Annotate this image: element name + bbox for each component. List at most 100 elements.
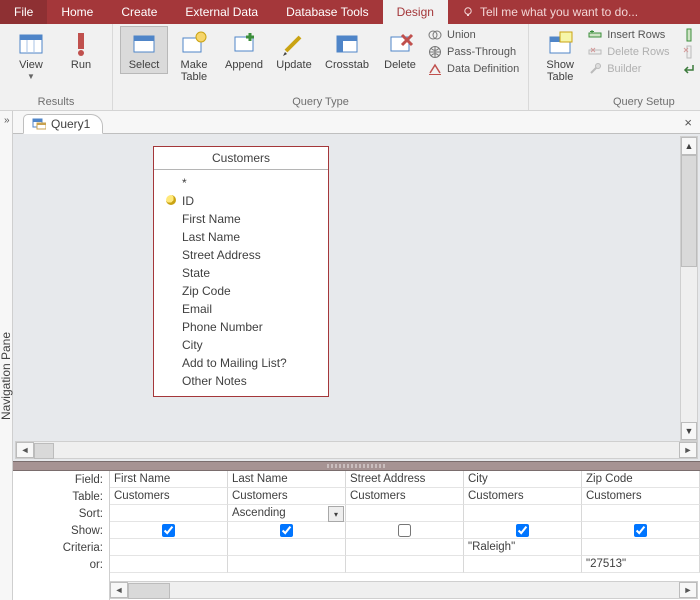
- crosstab-button[interactable]: Crosstab: [320, 26, 374, 74]
- grid-cell[interactable]: [464, 505, 582, 522]
- union-button[interactable]: Union: [425, 28, 522, 42]
- scroll-thumb[interactable]: [128, 583, 170, 599]
- scroll-right-button[interactable]: ►: [679, 582, 697, 598]
- grid-cell[interactable]: [228, 539, 346, 556]
- field-item[interactable]: ID: [164, 192, 328, 210]
- scroll-left-button[interactable]: ◄: [110, 582, 128, 598]
- scroll-track[interactable]: [681, 155, 697, 422]
- show-table-icon: [546, 29, 574, 57]
- view-label: View: [19, 59, 43, 71]
- grid-cell[interactable]: [464, 522, 582, 539]
- tab-design[interactable]: Design: [383, 0, 448, 24]
- grid-cell[interactable]: [582, 539, 700, 556]
- builder-button[interactable]: Builder: [585, 62, 672, 76]
- scroll-track[interactable]: [128, 583, 679, 597]
- grid-cell[interactable]: Last Name: [228, 471, 346, 488]
- field-item[interactable]: First Name: [164, 210, 328, 228]
- scroll-right-button[interactable]: ►: [679, 442, 697, 458]
- grid-cell[interactable]: "27513": [582, 556, 700, 573]
- grid-h-scrollbar[interactable]: ◄ ►: [109, 581, 698, 599]
- field-item[interactable]: Phone Number: [164, 318, 328, 336]
- tell-me-search[interactable]: Tell me what you want to do...: [448, 0, 700, 24]
- grid-cell[interactable]: Street Address: [346, 471, 464, 488]
- show-checkbox[interactable]: [516, 524, 529, 537]
- navigation-pane-collapsed[interactable]: » Navigation Pane: [0, 111, 13, 600]
- insert-rows-button[interactable]: Insert Rows: [585, 28, 672, 42]
- grid-cell[interactable]: [582, 522, 700, 539]
- grid-cell[interactable]: Customers: [346, 488, 464, 505]
- builder-icon: [588, 62, 602, 76]
- grid-cell[interactable]: [346, 539, 464, 556]
- tab-file[interactable]: File: [0, 0, 47, 24]
- pane-splitter[interactable]: [13, 461, 700, 471]
- vertical-scrollbar[interactable]: ▲ ▼: [680, 136, 698, 441]
- show-table-button[interactable]: Show Table: [536, 26, 584, 86]
- grid-cell[interactable]: [582, 505, 700, 522]
- run-button[interactable]: Run: [57, 26, 105, 74]
- tab-database-tools[interactable]: Database Tools: [272, 0, 383, 24]
- scroll-left-button[interactable]: ◄: [16, 442, 34, 458]
- scroll-up-button[interactable]: ▲: [681, 137, 697, 155]
- make-table-button[interactable]: Make Table: [170, 26, 218, 86]
- document-tab-query1[interactable]: Query1: [23, 114, 103, 134]
- grid-cell[interactable]: [346, 556, 464, 573]
- return-button[interactable]: Return:: [679, 62, 700, 76]
- close-document-button[interactable]: ×: [684, 115, 692, 130]
- data-definition-button[interactable]: Data Definition: [425, 62, 522, 76]
- select-query-button[interactable]: Select: [120, 26, 168, 74]
- field-item[interactable]: Last Name: [164, 228, 328, 246]
- pass-through-button[interactable]: Pass-Through: [425, 45, 522, 59]
- dropdown-icon[interactable]: ▾: [328, 506, 344, 522]
- tab-home[interactable]: Home: [47, 0, 107, 24]
- scroll-thumb[interactable]: [34, 443, 54, 459]
- field-item[interactable]: City: [164, 336, 328, 354]
- delete-query-button[interactable]: Delete: [376, 26, 424, 74]
- tab-external-data[interactable]: External Data: [171, 0, 272, 24]
- view-button[interactable]: View ▼: [7, 26, 55, 84]
- grid-cell[interactable]: [110, 556, 228, 573]
- grid-cell[interactable]: Customers: [110, 488, 228, 505]
- grid-cell[interactable]: [464, 556, 582, 573]
- scroll-thumb[interactable]: [681, 155, 697, 267]
- grid-cell[interactable]: [346, 522, 464, 539]
- show-checkbox[interactable]: [162, 524, 175, 537]
- diagram-h-scrollbar[interactable]: ◄ ►: [15, 441, 698, 459]
- table-customers[interactable]: Customers *IDFirst NameLast NameStreet A…: [153, 146, 329, 397]
- grid-cell[interactable]: Customers: [464, 488, 582, 505]
- append-button[interactable]: Append: [220, 26, 268, 74]
- grid-cell[interactable]: [110, 505, 228, 522]
- grid-cell[interactable]: Customers: [582, 488, 700, 505]
- field-item[interactable]: Other Notes: [164, 372, 328, 390]
- tab-create[interactable]: Create: [107, 0, 171, 24]
- show-checkbox[interactable]: [398, 524, 411, 537]
- show-checkbox[interactable]: [634, 524, 647, 537]
- update-button[interactable]: Update: [270, 26, 318, 74]
- field-item[interactable]: State: [164, 264, 328, 282]
- grid-cell[interactable]: Zip Code: [582, 471, 700, 488]
- field-item[interactable]: Street Address: [164, 246, 328, 264]
- show-table-label: Show Table: [546, 59, 574, 83]
- field-item[interactable]: *: [164, 174, 328, 192]
- insert-cols-button[interactable]: Insert Co: [679, 28, 700, 42]
- grid-cell[interactable]: [228, 522, 346, 539]
- grid-cell[interactable]: [110, 522, 228, 539]
- delete-cols-button[interactable]: Delete Co: [679, 45, 700, 59]
- show-checkbox[interactable]: [280, 524, 293, 537]
- field-item[interactable]: Zip Code: [164, 282, 328, 300]
- grid-cell[interactable]: "Raleigh": [464, 539, 582, 556]
- grid-cell[interactable]: City: [464, 471, 582, 488]
- append-icon: [230, 29, 258, 57]
- grid-cell[interactable]: [110, 539, 228, 556]
- query-diagram-pane[interactable]: Customers *IDFirst NameLast NameStreet A…: [13, 134, 700, 461]
- scroll-track[interactable]: [34, 443, 679, 457]
- field-item[interactable]: Add to Mailing List?: [164, 354, 328, 372]
- delete-rows-button[interactable]: Delete Rows: [585, 45, 672, 59]
- grid-cell[interactable]: Customers: [228, 488, 346, 505]
- expand-nav-icon[interactable]: »: [4, 115, 10, 126]
- grid-cell[interactable]: [228, 556, 346, 573]
- grid-cell[interactable]: First Name: [110, 471, 228, 488]
- scroll-down-button[interactable]: ▼: [681, 422, 697, 440]
- grid-cell[interactable]: [346, 505, 464, 522]
- grid-cell[interactable]: Ascending▾: [228, 505, 346, 522]
- field-item[interactable]: Email: [164, 300, 328, 318]
